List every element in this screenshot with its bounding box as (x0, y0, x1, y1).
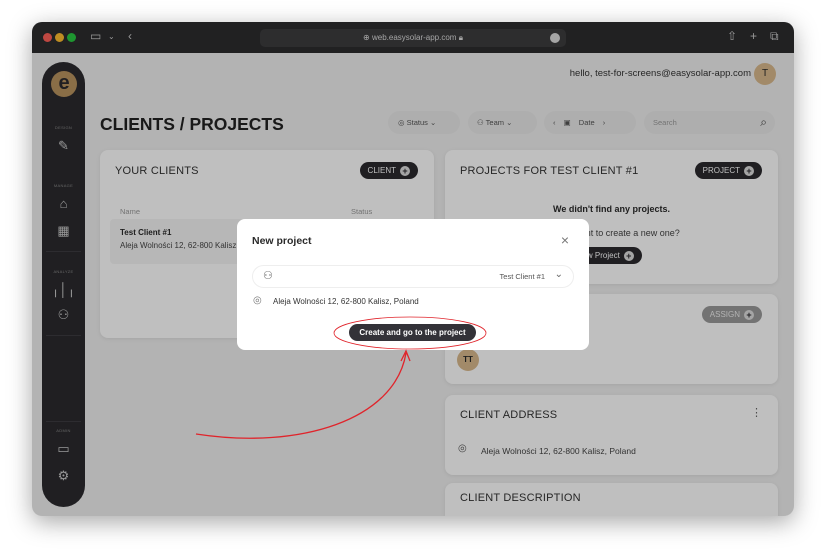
annotation-overlay (195, 316, 487, 439)
highlight-ellipse (333, 316, 487, 350)
annotation-arrow (195, 352, 407, 439)
